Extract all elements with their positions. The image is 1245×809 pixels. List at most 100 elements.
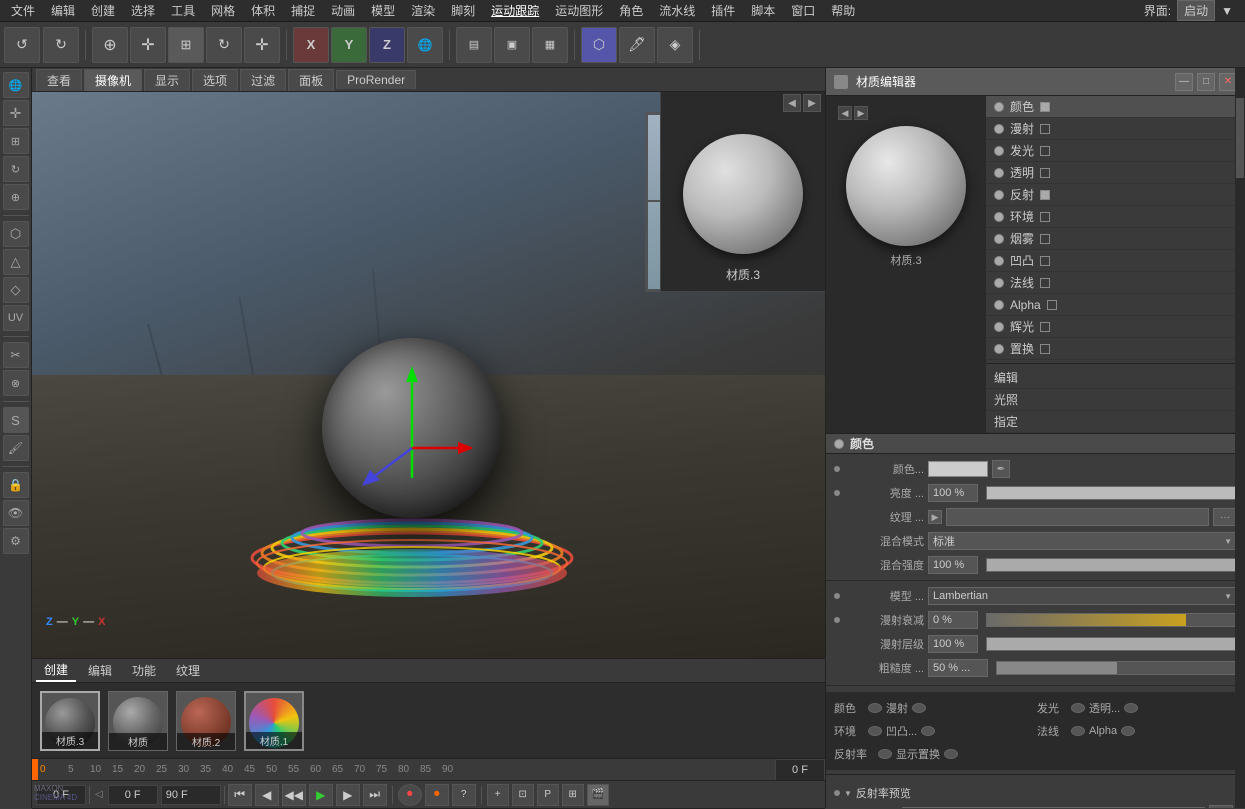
channel-edit[interactable]: 编辑 bbox=[986, 367, 1245, 389]
blend-mode-select[interactable]: 标准 ▼ bbox=[928, 532, 1237, 550]
sc-normal-eye[interactable] bbox=[1071, 726, 1085, 736]
move2-btn[interactable]: ◈ bbox=[657, 27, 693, 63]
channel-environment[interactable]: 环境 bbox=[986, 206, 1245, 228]
win-maximize-btn[interactable]: □ bbox=[1197, 73, 1215, 91]
diff-level-value[interactable]: 100 % bbox=[928, 635, 978, 653]
sc-bump-eye[interactable] bbox=[921, 726, 935, 736]
channel-luminance[interactable]: 发光 bbox=[986, 140, 1245, 162]
viewport-3d[interactable]: 透视视图 bbox=[32, 92, 825, 658]
sidebar-edge-icon[interactable]: △ bbox=[3, 249, 29, 275]
sc-trans-eye[interactable] bbox=[1124, 703, 1138, 713]
channel-normal[interactable]: 法线 bbox=[986, 272, 1245, 294]
render-full-btn[interactable]: ▦ bbox=[532, 27, 568, 63]
axis-x-btn[interactable]: X bbox=[293, 27, 329, 63]
sidebar-eye-icon[interactable]: 👁 bbox=[3, 500, 29, 526]
world-btn[interactable]: 🌐 bbox=[407, 27, 443, 63]
sidebar-uv-icon[interactable]: UV bbox=[3, 305, 29, 331]
sc-refl-eye[interactable] bbox=[878, 749, 892, 759]
color-swatch[interactable] bbox=[928, 461, 988, 477]
channel-normal-check[interactable] bbox=[1040, 278, 1050, 288]
sidebar-scale-icon[interactable]: ⊞ bbox=[3, 128, 29, 154]
redo-button[interactable]: ↻ bbox=[43, 27, 79, 63]
menu-animate[interactable]: 动画 bbox=[324, 0, 362, 21]
mat-thumb-3[interactable]: 材质.3 bbox=[40, 691, 100, 751]
channel-fog[interactable]: 烟雾 bbox=[986, 228, 1245, 250]
tab-prorender[interactable]: ProRender bbox=[336, 70, 416, 89]
channel-bump[interactable]: 凹凸 bbox=[986, 250, 1245, 272]
sidebar-loop-icon[interactable]: ⊗ bbox=[3, 370, 29, 396]
channel-assign[interactable]: 指定 bbox=[986, 411, 1245, 433]
render-view-btn[interactable]: ▣ bbox=[494, 27, 530, 63]
frame-counter[interactable]: 0 F bbox=[775, 759, 825, 781]
key-film-btn[interactable]: 🎬 bbox=[587, 784, 609, 806]
channel-refl-check[interactable] bbox=[1040, 190, 1050, 200]
brightness-slider[interactable] bbox=[986, 486, 1237, 500]
move-tool[interactable]: ✛ bbox=[130, 27, 166, 63]
sidebar-rotate-icon[interactable]: ↻ bbox=[3, 156, 29, 182]
menu-sculpt[interactable]: 脚刻 bbox=[444, 0, 482, 21]
sidebar-move-icon[interactable]: ✛ bbox=[3, 100, 29, 126]
play-forward-btn[interactable]: ▶ bbox=[309, 784, 333, 806]
sidebar-polygon-icon[interactable]: ⬡ bbox=[3, 221, 29, 247]
sidebar-lock-icon[interactable]: 🔒 bbox=[3, 472, 29, 498]
record-btn[interactable]: ⏺ bbox=[398, 784, 422, 806]
sc-color-eye[interactable] bbox=[868, 703, 882, 713]
sidebar-brush-icon[interactable]: 🖌 bbox=[3, 435, 29, 461]
jump-end-btn[interactable]: ⏭ bbox=[363, 784, 387, 806]
mat-tab-texture[interactable]: 纹理 bbox=[168, 660, 208, 681]
roughness-slider[interactable] bbox=[996, 661, 1237, 675]
menu-volume[interactable]: 体积 bbox=[244, 0, 282, 21]
diff-falloff-slider[interactable] bbox=[986, 613, 1237, 627]
sidebar-s-icon[interactable]: S bbox=[3, 407, 29, 433]
menu-motiontrack[interactable]: 运动跟踪 bbox=[484, 0, 546, 21]
sc-env-eye[interactable] bbox=[868, 726, 882, 736]
menu-character[interactable]: 角色 bbox=[612, 0, 650, 21]
axis-y-btn[interactable]: Y bbox=[331, 27, 367, 63]
diff-falloff-value[interactable]: 0 % bbox=[928, 611, 978, 629]
tab-display[interactable]: 显示 bbox=[144, 69, 190, 91]
win-minimize-btn[interactable]: — bbox=[1175, 73, 1193, 91]
mat-thumb-default[interactable]: 材质 bbox=[108, 691, 168, 751]
tab-view[interactable]: 查看 bbox=[36, 69, 82, 91]
menu-edit[interactable]: 编辑 bbox=[44, 0, 82, 21]
sc-alpha-eye[interactable] bbox=[1121, 726, 1135, 736]
right-scrollbar[interactable] bbox=[1235, 68, 1245, 808]
channel-displacement[interactable]: 置换 bbox=[986, 338, 1245, 360]
channel-lum-check[interactable] bbox=[1040, 146, 1050, 156]
jump-start-btn[interactable]: ⏮ bbox=[228, 784, 252, 806]
play-reverse-btn[interactable]: ◀◀ bbox=[282, 784, 306, 806]
mat-thumb-1[interactable]: 材质.1 bbox=[244, 691, 304, 751]
menu-plugins[interactable]: 插件 bbox=[704, 0, 742, 21]
interface-mode[interactable]: 启动 bbox=[1177, 0, 1215, 21]
render-region-btn[interactable]: ▤ bbox=[456, 27, 492, 63]
key-sel-btn[interactable]: P bbox=[537, 784, 559, 806]
sc-lum-eye[interactable] bbox=[1071, 703, 1085, 713]
preview-left-btn[interactable]: ◀ bbox=[783, 94, 801, 112]
channel-glow-check[interactable] bbox=[1040, 322, 1050, 332]
menu-snap[interactable]: 捕捉 bbox=[284, 0, 322, 21]
sidebar-settings-icon[interactable]: ⚙ bbox=[3, 528, 29, 554]
sc-diffuse-eye[interactable] bbox=[912, 703, 926, 713]
menu-window[interactable]: 窗口 bbox=[784, 0, 822, 21]
brightness-value[interactable]: 100 % bbox=[928, 484, 978, 502]
question-btn[interactable]: ? bbox=[452, 784, 476, 806]
menu-pipeline[interactable]: 流水线 bbox=[652, 0, 702, 21]
channel-alpha-check[interactable] bbox=[1047, 300, 1057, 310]
blend-strength-slider[interactable] bbox=[986, 558, 1237, 572]
menu-select[interactable]: 选择 bbox=[124, 0, 162, 21]
mat-preview-nav-left[interactable]: ◀ bbox=[838, 106, 852, 120]
start-frame-input[interactable]: 0 F bbox=[108, 785, 158, 805]
key-opt-btn[interactable]: ⊞ bbox=[562, 784, 584, 806]
model-select[interactable]: Lambertian ▼ bbox=[928, 587, 1237, 605]
select-tool[interactable]: ⊕ bbox=[92, 27, 128, 63]
tab-camera[interactable]: 摄像机 bbox=[84, 69, 142, 91]
color-section-radio[interactable] bbox=[834, 439, 844, 449]
paint-btn[interactable]: 🖊 bbox=[619, 27, 655, 63]
mat-tab-create[interactable]: 创建 bbox=[36, 659, 76, 682]
menu-mesh[interactable]: 网格 bbox=[204, 0, 242, 21]
preview-right-btn[interactable]: ▶ bbox=[803, 94, 821, 112]
channel-glow[interactable]: 辉光 bbox=[986, 316, 1245, 338]
channel-diffuse-check[interactable] bbox=[1040, 124, 1050, 134]
menu-script[interactable]: 脚本 bbox=[744, 0, 782, 21]
mat-preview-nav-right[interactable]: ▶ bbox=[854, 106, 868, 120]
